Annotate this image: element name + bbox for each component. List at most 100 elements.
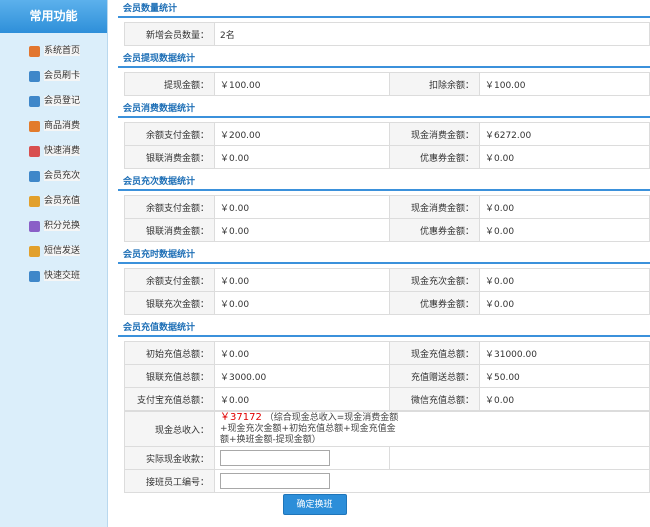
stat-value: ￥50.00 bbox=[479, 364, 650, 388]
table-row: 确定换班 bbox=[124, 492, 650, 517]
stat-label: 银联消费金额： bbox=[124, 218, 215, 242]
table-row: 银联消费金额： ￥0.00 优惠券金额： ￥0.00 bbox=[124, 218, 650, 242]
sms-icon bbox=[29, 246, 40, 257]
confirm-handover-button[interactable]: 确定换班 bbox=[282, 494, 347, 516]
withdraw-value: ￥100.00 bbox=[214, 72, 390, 96]
stat-value: ￥0.00 bbox=[214, 268, 390, 292]
recharge-table: 初始充值总额： ￥0.00 现金充值总额： ￥31000.00 银联充值总额： ￥3000… bbox=[124, 341, 650, 411]
stat-label: 余额支付金额： bbox=[124, 268, 215, 292]
table-row: 支付宝充值总额： ￥0.00 微信充值总额： ￥0.00 bbox=[124, 387, 650, 411]
sidebar-item[interactable]: 系统首页 bbox=[0, 39, 107, 64]
stat-value: ￥0.00 bbox=[479, 387, 650, 411]
actual-cash-label: 实际现金收款： bbox=[124, 446, 215, 470]
member-card-icon bbox=[29, 71, 40, 82]
sidebar-item-label: 会员充次 bbox=[44, 171, 81, 181]
staff-no-input[interactable] bbox=[220, 473, 330, 489]
stat-label: 初始充值总额： bbox=[124, 341, 215, 365]
sidebar-item[interactable]: 短信发送 bbox=[0, 239, 107, 264]
table-row: 余额支付金额： ￥0.00 现金充次金额： ￥0.00 bbox=[124, 268, 650, 292]
actual-cash-input[interactable] bbox=[220, 450, 330, 466]
section-title-recharge: 会员充值数据统计 bbox=[118, 319, 650, 337]
sidebar-item-label: 系统首页 bbox=[44, 46, 81, 56]
main-content: 会员数量统计 新增会员数量： 2名 会员提现数据统计 提现金额： ￥100.00… bbox=[118, 0, 650, 517]
stat-label: 充值赠送总额： bbox=[389, 364, 480, 388]
sidebar-menu: 系统首页会员刷卡会员登记商品消费快速消费会员充次会员充值积分兑换短信发送快速交班 bbox=[0, 33, 107, 289]
stat-value: ￥31000.00 bbox=[479, 341, 650, 365]
sidebar-item[interactable]: 会员充值 bbox=[0, 189, 107, 214]
section-title-new-members: 会员数量统计 bbox=[118, 0, 650, 18]
sidebar: 常用功能 系统首页会员刷卡会员登记商品消费快速消费会员充次会员充值积分兑换短信发… bbox=[0, 0, 108, 527]
stat-label: 银联充次金额： bbox=[124, 291, 215, 315]
withdraw-label: 提现金额： bbox=[124, 72, 215, 96]
new-members-table: 新增会员数量： 2名 bbox=[124, 22, 650, 46]
member-register-icon bbox=[29, 96, 40, 107]
stat-value: ￥0.00 bbox=[479, 268, 650, 292]
new-members-label: 新增会员数量： bbox=[124, 22, 215, 46]
stat-value: ￥6272.00 bbox=[479, 122, 650, 146]
stat-label: 银联充值总额： bbox=[124, 364, 215, 388]
sidebar-item[interactable]: 商品消费 bbox=[0, 114, 107, 139]
table-row: 银联充次金额： ￥0.00 优惠券金额： ￥0.00 bbox=[124, 291, 650, 315]
table-row: 余额支付金额： ￥0.00 现金消费金额： ￥0.00 bbox=[124, 195, 650, 219]
stat-value: ￥0.00 bbox=[479, 291, 650, 315]
deduct-value: ￥100.00 bbox=[479, 72, 650, 96]
sidebar-item-label: 积分兑换 bbox=[44, 221, 81, 231]
sidebar-item[interactable]: 快速消费 bbox=[0, 139, 107, 164]
sidebar-item-label: 快速交班 bbox=[44, 271, 81, 281]
cash-total-label: 现金总收入： bbox=[124, 411, 215, 447]
sidebar-item-label: 商品消费 bbox=[44, 121, 81, 131]
table-row: 提现金额： ￥100.00 扣除余额： ￥100.00 bbox=[124, 72, 650, 96]
stat-value: ￥0.00 bbox=[214, 387, 390, 411]
table-row: 银联消费金额： ￥0.00 优惠券金额： ￥0.00 bbox=[124, 145, 650, 169]
table-row: 接班员工编号： bbox=[124, 469, 650, 493]
staff-no-label: 接班员工编号： bbox=[124, 469, 215, 493]
sidebar-item[interactable]: 积分兑换 bbox=[0, 214, 107, 239]
handover-table: 现金总收入： ￥37172 （综合现金总收入=现金消费金额+现金充次金额+初始充… bbox=[124, 411, 650, 517]
stat-value: ￥200.00 bbox=[214, 122, 390, 146]
table-row: 实际现金收款： bbox=[124, 446, 650, 470]
sidebar-item[interactable]: 会员充次 bbox=[0, 164, 107, 189]
sidebar-item[interactable]: 会员刷卡 bbox=[0, 64, 107, 89]
section-title-consume: 会员消费数据统计 bbox=[118, 100, 650, 118]
sidebar-item-label: 快速消费 bbox=[44, 146, 81, 156]
page: 常用功能 系统首页会员刷卡会员登记商品消费快速消费会员充次会员充值积分兑换短信发… bbox=[0, 0, 650, 527]
sidebar-item[interactable]: 会员登记 bbox=[0, 89, 107, 114]
stat-value: ￥0.00 bbox=[214, 195, 390, 219]
stat-value: ￥0.00 bbox=[479, 195, 650, 219]
stat-value: ￥0.00 bbox=[479, 145, 650, 169]
stat-value: ￥3000.00 bbox=[214, 364, 390, 388]
recharge-count-icon bbox=[29, 171, 40, 182]
stat-label: 支付宝充值总额： bbox=[124, 387, 215, 411]
quick-consume-icon bbox=[29, 146, 40, 157]
stat-value: ￥0.00 bbox=[214, 341, 390, 365]
time-recharge-table: 余额支付金额： ￥0.00 现金充次金额： ￥0.00 银联充次金额： ￥0.00 优惠券金… bbox=[124, 268, 650, 315]
sidebar-item-label: 会员刷卡 bbox=[44, 71, 81, 81]
section-title-withdraw: 会员提现数据统计 bbox=[118, 50, 650, 68]
count-recharge-table: 余额支付金额： ￥0.00 现金消费金额： ￥0.00 银联消费金额： ￥0.00 优惠券金… bbox=[124, 195, 650, 242]
stat-label: 现金充次金额： bbox=[389, 268, 480, 292]
stat-value: ￥0.00 bbox=[214, 145, 390, 169]
table-row: 现金总收入： ￥37172 （综合现金总收入=现金消费金额+现金充次金额+初始充… bbox=[124, 411, 650, 447]
deduct-label: 扣除余额： bbox=[389, 72, 480, 96]
table-row: 余额支付金额： ￥200.00 现金消费金额： ￥6272.00 bbox=[124, 122, 650, 146]
cart-icon bbox=[29, 121, 40, 132]
stat-value: ￥0.00 bbox=[214, 218, 390, 242]
section-title-count-recharge: 会员充次数据统计 bbox=[118, 173, 650, 191]
sidebar-item-label: 会员登记 bbox=[44, 96, 81, 106]
sidebar-title: 常用功能 bbox=[0, 0, 107, 33]
withdraw-table: 提现金额： ￥100.00 扣除余额： ￥100.00 bbox=[124, 72, 650, 96]
sidebar-item-label: 短信发送 bbox=[44, 246, 81, 256]
table-row: 初始充值总额： ￥0.00 现金充值总额： ￥31000.00 bbox=[124, 341, 650, 365]
stat-label: 优惠券金额： bbox=[389, 291, 480, 315]
stat-label: 余额支付金额： bbox=[124, 195, 215, 219]
stat-label: 余额支付金额： bbox=[124, 122, 215, 146]
recharge-icon bbox=[29, 196, 40, 207]
sidebar-item[interactable]: 快速交班 bbox=[0, 264, 107, 289]
table-row: 银联充值总额： ￥3000.00 充值赠送总额： ￥50.00 bbox=[124, 364, 650, 388]
stat-value: ￥0.00 bbox=[479, 218, 650, 242]
cash-total-value: ￥37172 bbox=[220, 412, 262, 423]
section-title-time-recharge: 会员充时数据统计 bbox=[118, 246, 650, 264]
stat-label: 现金消费金额： bbox=[389, 195, 480, 219]
stat-value: ￥0.00 bbox=[214, 291, 390, 315]
stat-label: 银联消费金额： bbox=[124, 145, 215, 169]
